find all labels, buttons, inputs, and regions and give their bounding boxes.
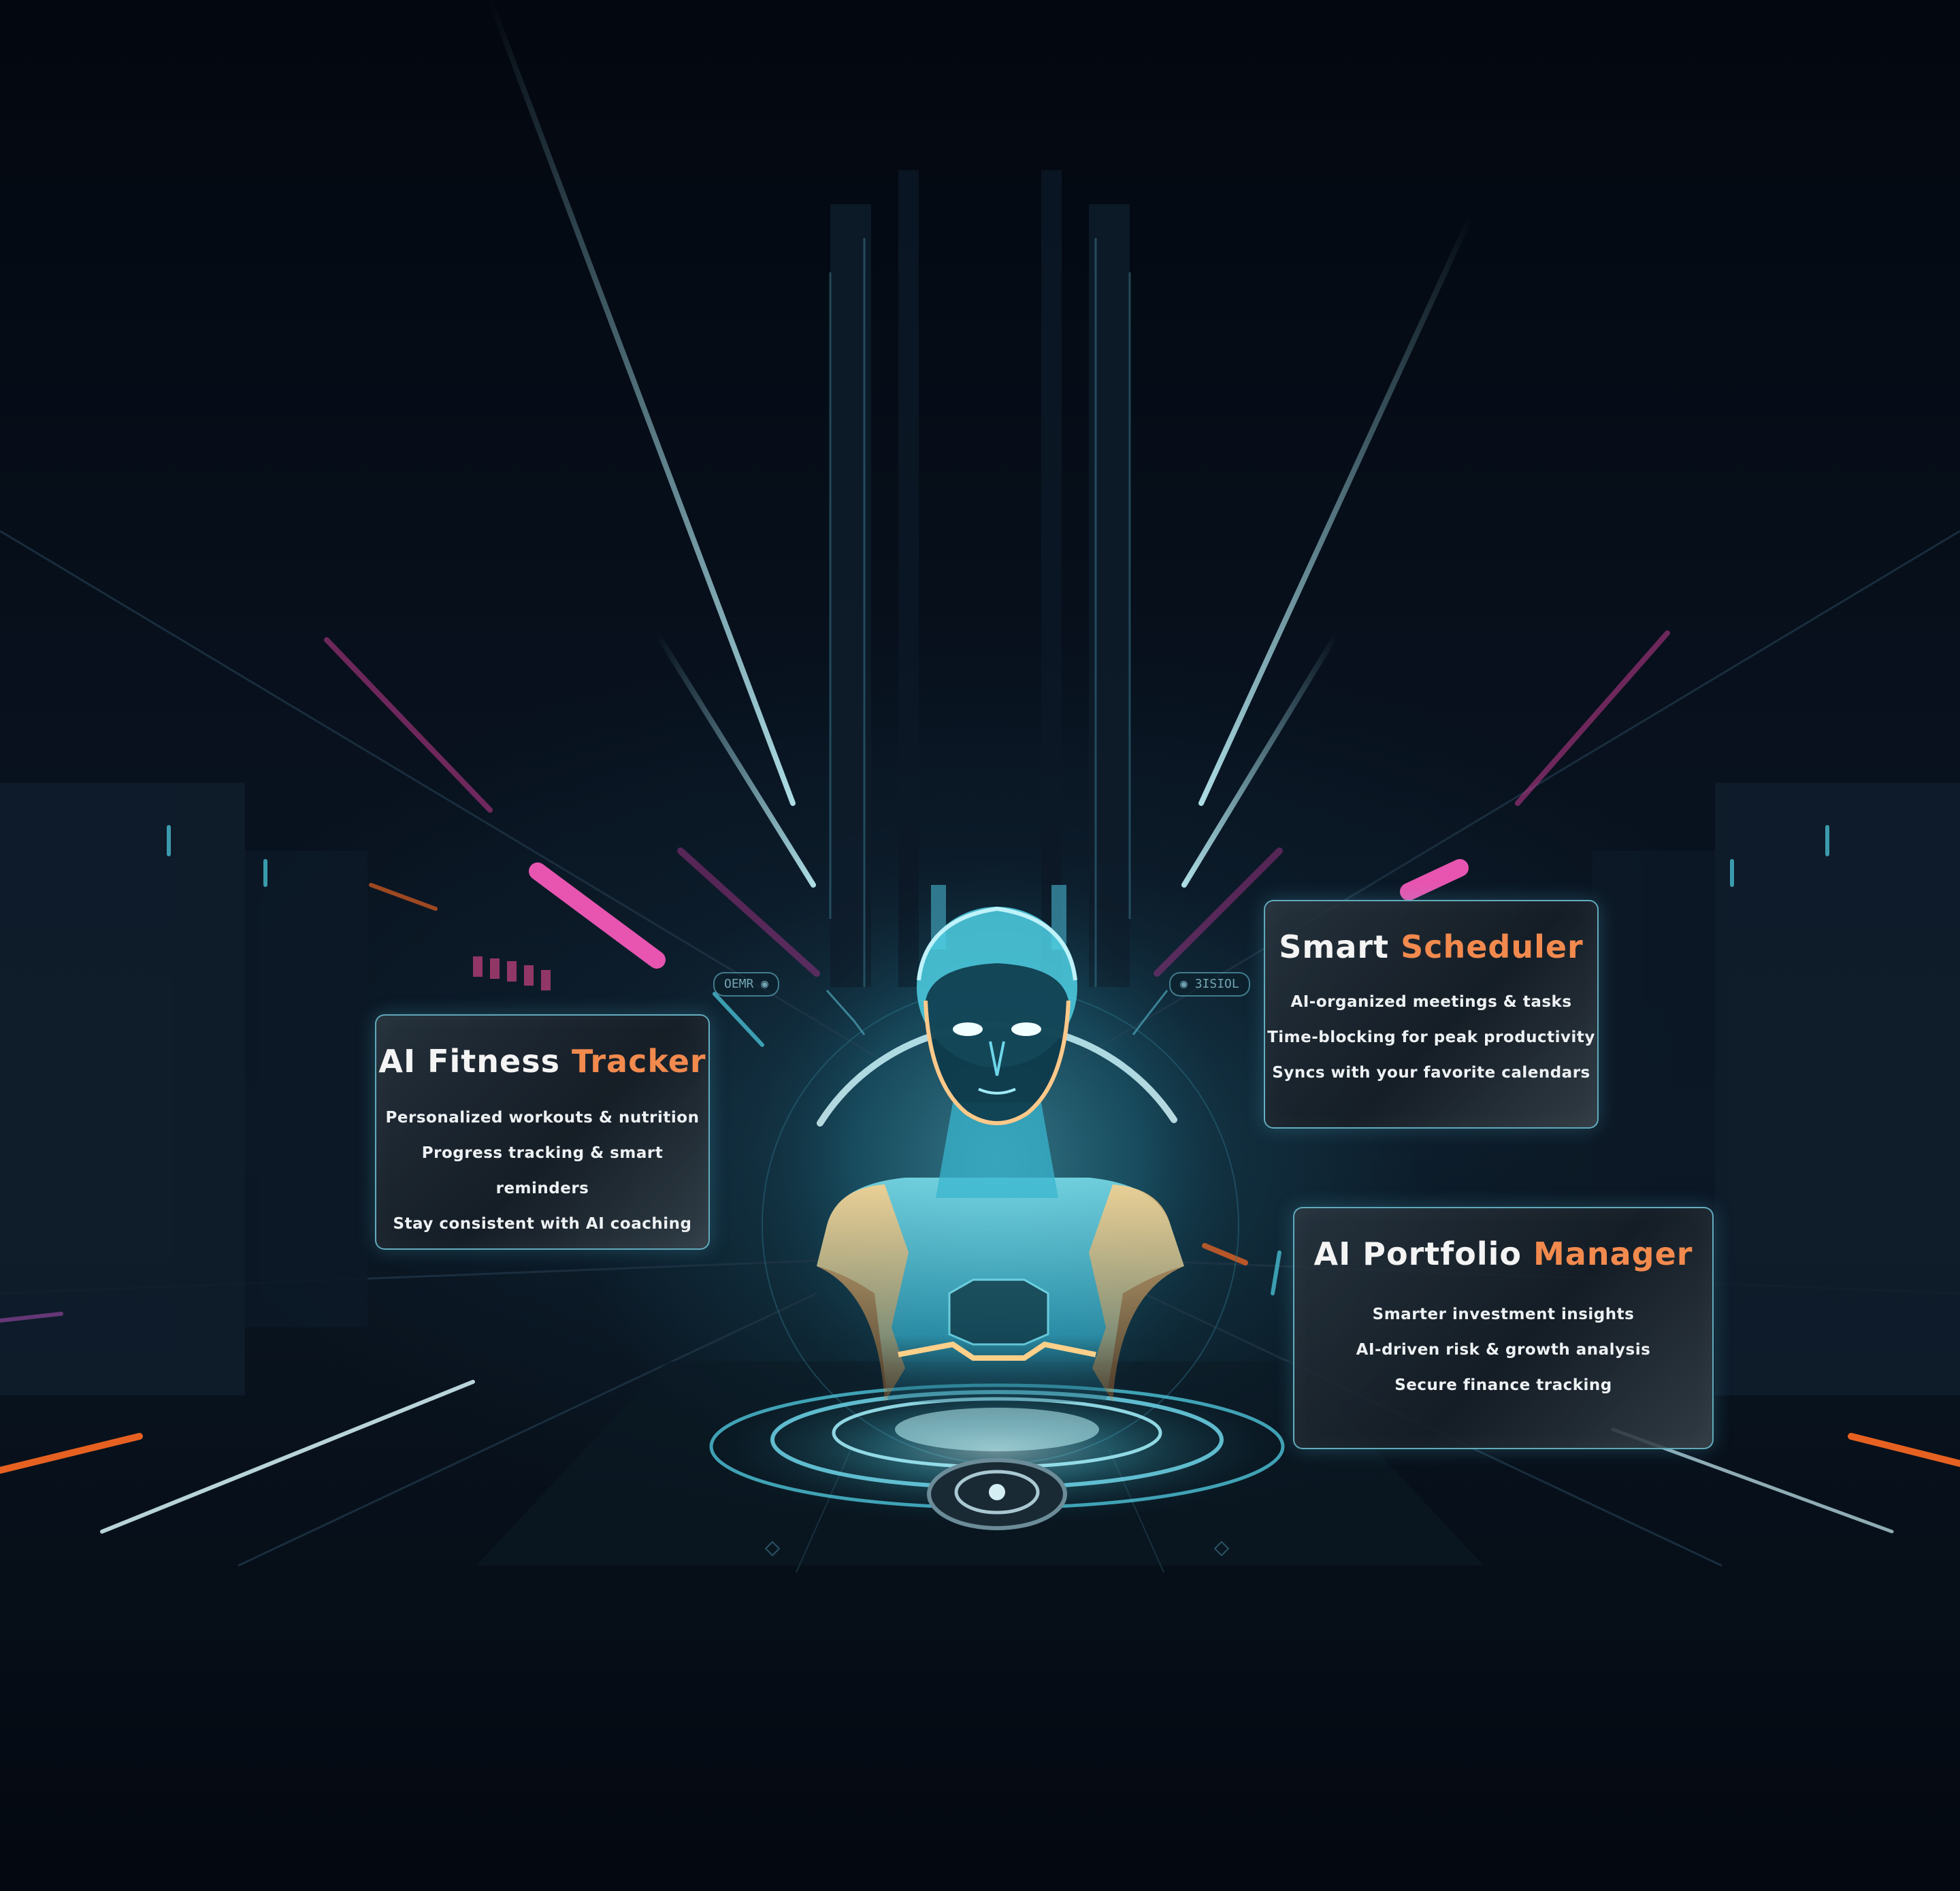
feature-item: Progress tracking & smart reminders xyxy=(421,1144,664,1197)
feature-item: Stay consistent with AI coaching xyxy=(393,1215,692,1233)
card-portfolio-manager: AI Portfolio Manager Smarter investment … xyxy=(1293,1207,1714,1449)
hud-tag-left-text: OEMR xyxy=(724,977,754,991)
feature-list: Personalized workouts & nutrition Progre… xyxy=(376,1100,708,1242)
card-title-white: AI Fitness xyxy=(378,1043,561,1080)
card-title-orange: Manager xyxy=(1533,1235,1693,1272)
card-title-white: AI Portfolio xyxy=(1313,1235,1522,1272)
card-title: AI Fitness Tracker xyxy=(376,1046,708,1077)
feature-list: AI-organized meetings & tasks Time-block… xyxy=(1265,984,1597,1090)
feature-item: Personalized workouts & nutrition xyxy=(385,1109,700,1127)
card-title-orange: Scheduler xyxy=(1401,928,1584,965)
card-title-orange: Tracker xyxy=(572,1043,706,1080)
feature-item: AI-driven risk & growth analysis xyxy=(1356,1341,1651,1359)
card-smart-scheduler: Smart Scheduler AI-organized meetings & … xyxy=(1264,900,1599,1129)
hud-tag-right: ◉ 3ISIOL xyxy=(1169,972,1250,997)
ai-robot-hologram-icon xyxy=(752,871,1242,1443)
feature-list: Smarter investment insights AI-driven ri… xyxy=(1294,1297,1712,1403)
card-fitness-tracker: AI Fitness Tracker Personalized workouts… xyxy=(375,1014,710,1250)
background-art xyxy=(0,0,1960,1573)
feature-item: Time-blocking for peak productivity xyxy=(1267,1029,1595,1046)
feature-item: Smarter investment insights xyxy=(1372,1306,1635,1323)
card-title-white: Smart xyxy=(1279,928,1390,965)
card-title: AI Portfolio Manager xyxy=(1294,1238,1712,1270)
feature-item: Secure finance tracking xyxy=(1394,1376,1612,1394)
hud-tag-left: OEMR ◉ xyxy=(713,972,780,997)
feature-item: Syncs with your favorite calendars xyxy=(1272,1064,1590,1082)
hud-tag-right-text: 3ISIOL xyxy=(1194,977,1239,991)
hero-scene: OEMR ◉ ◉ 3ISIOL xyxy=(0,0,1960,1891)
feature-item: AI-organized meetings & tasks xyxy=(1290,993,1572,1011)
card-title: Smart Scheduler xyxy=(1265,931,1597,963)
